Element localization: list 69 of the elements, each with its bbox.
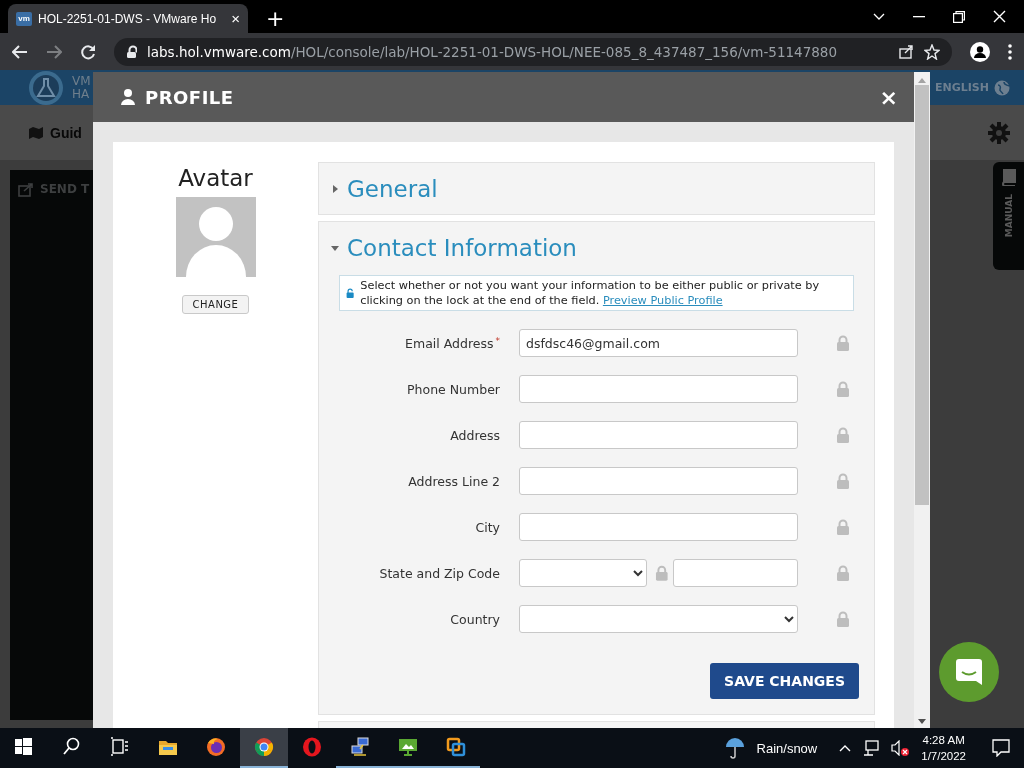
notifications-icon[interactable] [992, 739, 1010, 757]
lock-icon [126, 44, 137, 59]
share-icon [18, 182, 34, 197]
text-field[interactable]: dsfdsc46@gmail.com [519, 329, 798, 357]
caret-right-icon[interactable] [330, 183, 340, 194]
field-label: Email Address * [404, 335, 500, 351]
browser-tab[interactable]: vm HOL-2251-01-DWS - VMware Ho × [8, 4, 248, 33]
site-favicon: vm [16, 11, 32, 26]
field-label: Address Line 2 [407, 473, 500, 489]
notice-text: Select whether or not you want your information to be either public or private by clicking on the lock at the end of the field. Preview Public Profile [360, 278, 821, 308]
clock[interactable]: 4:28 AM 1/7/2022 [921, 732, 966, 764]
weather-text[interactable]: Rain/snow [756, 740, 818, 756]
logo-text: VM [72, 74, 91, 88]
avatar-silhouette-icon [175, 197, 256, 277]
muted-speaker-icon[interactable] [891, 740, 910, 756]
change-avatar-button[interactable]: CHANGE [181, 295, 250, 314]
monitor-icon [398, 737, 418, 757]
close-button[interactable]: × [879, 84, 898, 110]
map-icon [28, 125, 44, 140]
text-field[interactable] [519, 467, 798, 495]
reload-icon[interactable] [80, 43, 96, 60]
close-icon[interactable] [993, 10, 1006, 23]
task-view-icon [110, 737, 130, 757]
network-computers-icon [350, 737, 370, 757]
restore-icon[interactable] [953, 10, 965, 23]
field-label: Address [449, 427, 500, 443]
field-label: State and Zip Code [378, 565, 500, 581]
chat-icon [955, 658, 983, 686]
field-label: Phone Number [406, 381, 500, 397]
star-icon[interactable] [924, 43, 940, 60]
required-marker: * [495, 335, 500, 346]
overlapping-squares-icon [446, 737, 466, 757]
taskbar-button[interactable] [240, 728, 288, 768]
network-icon[interactable] [863, 740, 880, 756]
chat-button[interactable] [939, 642, 999, 702]
globe-icon[interactable] [994, 79, 1010, 96]
url-text: labs.hol.vmware.com/HOL/console/lab/HOL-2251-01-DWS-HOL/NEE-085_8_437487_156/vm-51147880 [147, 43, 838, 60]
back-arrow-icon[interactable] [12, 44, 28, 59]
more-menu-icon[interactable] [1008, 43, 1012, 60]
opera-browser-icon [302, 737, 322, 757]
tab-close-button[interactable]: × [231, 10, 240, 27]
forward-arrow-icon [46, 44, 62, 59]
modal-title: PROFILE [145, 86, 234, 108]
windows-start-icon [14, 737, 34, 757]
user-icon [121, 89, 135, 105]
search-icon [62, 737, 82, 757]
text-field[interactable] [673, 559, 798, 587]
field-label: City [474, 519, 500, 535]
new-tab-button[interactable]: + [262, 7, 289, 31]
text-field[interactable] [519, 375, 798, 403]
address-bar[interactable]: labs.hol.vmware.com/HOL/console/lab/HOL-2251-01-DWS-HOL/NEE-085_8_437487_156/vm-51147880 [114, 37, 952, 66]
logo-text: HA [72, 87, 91, 101]
tab-title: HOL-2251-01-DWS - VMware Ho [38, 11, 218, 26]
field-label: Country [449, 611, 500, 627]
text-field[interactable] [519, 421, 798, 449]
book-icon [999, 168, 1018, 186]
scrollbar[interactable] [914, 72, 930, 728]
chevron-down-icon[interactable] [873, 12, 885, 21]
chrome-browser-icon [254, 737, 274, 757]
firefox-browser-icon [206, 737, 226, 757]
preview-profile-link[interactable]: Preview Public Profile [602, 294, 723, 307]
minimize-icon[interactable] [913, 15, 925, 18]
profile-icon[interactable] [970, 41, 990, 62]
chevron-up-icon[interactable] [839, 744, 852, 752]
umbrella-icon[interactable] [724, 737, 745, 759]
text-field[interactable] [519, 513, 798, 541]
save-button[interactable]: SAVE CHANGES [710, 663, 859, 699]
share-icon[interactable] [899, 44, 914, 59]
avatar-heading: Avatar [178, 165, 253, 191]
